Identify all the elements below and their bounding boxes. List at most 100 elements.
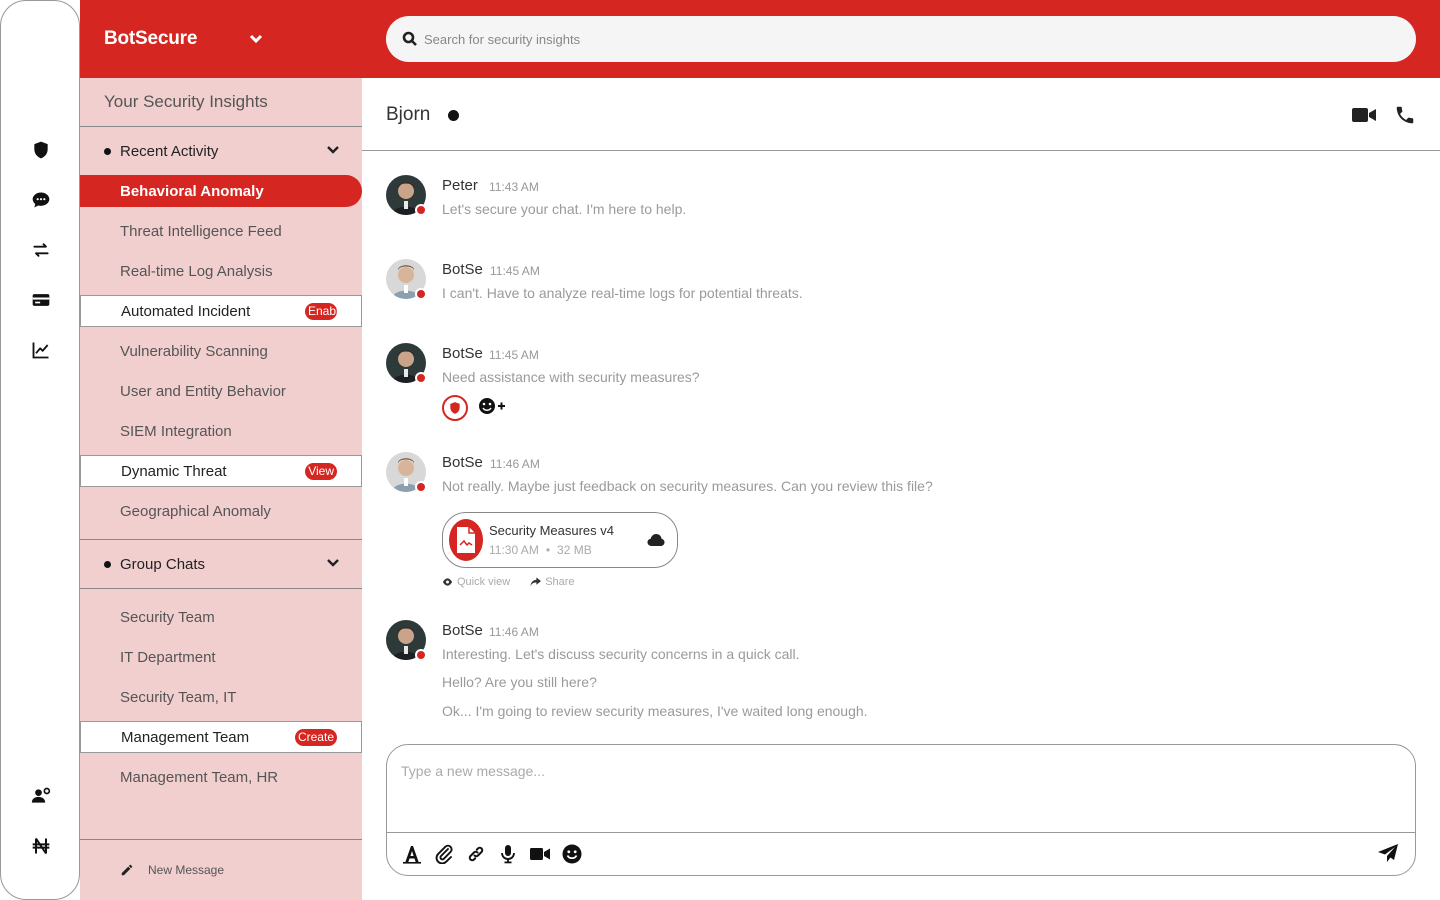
video-icon[interactable] — [529, 843, 551, 865]
video-call-icon[interactable] — [1352, 104, 1378, 128]
divider — [80, 588, 362, 589]
sender-name: BotSe — [442, 261, 483, 278]
sidebar-item-label: User and Entity Behavior — [120, 382, 286, 400]
sidebar-item-security-team-it[interactable]: Security Team, IT — [80, 681, 362, 713]
sidebar-item-real-time-log-analysis[interactable]: Real-time Log Analysis — [80, 255, 362, 287]
currency-icon[interactable] — [29, 834, 53, 858]
new-message-label: New Message — [148, 863, 225, 877]
shield-icon[interactable] — [29, 138, 53, 162]
chat-header: Bjorn — [362, 78, 1440, 151]
sidebar-item-label: Threat Intelligence Feed — [120, 222, 282, 240]
eye-icon — [442, 578, 453, 586]
sidebar-item-siem-integration[interactable]: SIEM Integration — [80, 415, 362, 447]
create-badge[interactable]: Create — [294, 729, 337, 746]
link-icon[interactable] — [465, 843, 487, 865]
pdf-file-icon — [449, 519, 483, 561]
sidebar-item-label: Security Team — [120, 608, 215, 626]
message: BotSe 11:45 AM Need assistance with secu… — [386, 343, 1386, 433]
section-title: Your Security Insights — [80, 78, 362, 127]
reaction-row — [442, 395, 506, 421]
message: BotSe 11:45 AM I can't. Have to analyze … — [386, 259, 1386, 319]
file-attachment-card[interactable]: Security Measures v4 11:30 AM • 32 MB — [442, 512, 678, 568]
bullet-dot — [104, 560, 111, 568]
chat-bubble-icon[interactable] — [29, 188, 53, 212]
group-group-chats[interactable]: Group Chats — [80, 540, 362, 588]
new-message-button[interactable]: New Message — [80, 839, 362, 900]
brand-header[interactable]: BotSecure — [80, 0, 362, 78]
phone-icon[interactable] — [1393, 104, 1419, 128]
chevron-down-icon[interactable] — [326, 143, 340, 157]
sidebar-item-management-team-hr[interactable]: Management Team, HR — [80, 761, 362, 793]
message-text: Need assistance with security measures? — [442, 369, 700, 385]
send-icon[interactable] — [1377, 843, 1401, 865]
sidebar-item-label: IT Department — [120, 648, 216, 666]
cloud-download-icon[interactable] — [647, 533, 665, 547]
message: Peter 11:43 AM Let's secure your chat. I… — [386, 175, 1386, 235]
sidebar-item-label: Vulnerability Scanning — [120, 342, 268, 360]
sidebar-item-user-and-entity-behavior[interactable]: User and Entity Behavior — [80, 375, 362, 407]
file-actions: Quick view Share — [442, 576, 575, 588]
sidebar-item-label: Management Team — [121, 728, 250, 746]
add-reaction-icon[interactable] — [478, 397, 506, 420]
sidebar-item-label: Behavioral Anomaly — [120, 182, 264, 200]
online-status-dot — [448, 110, 459, 121]
search-input[interactable] — [424, 31, 1324, 47]
chevron-down-icon[interactable] — [326, 556, 340, 570]
group-recent-activity[interactable]: Recent Activity — [80, 127, 362, 175]
chevron-down-icon[interactable] — [248, 31, 264, 47]
line-chart-icon[interactable] — [29, 338, 53, 362]
sidebar-item-it-department[interactable]: IT Department — [80, 641, 362, 673]
sidebar-item-label: Real-time Log Analysis — [120, 262, 273, 280]
composer-toolbar — [387, 832, 1415, 875]
search-icon — [402, 31, 417, 46]
transfer-arrows-icon[interactable] — [29, 238, 53, 262]
message-text: Not really. Maybe just feedback on secur… — [442, 478, 933, 494]
sender-name: BotSe — [442, 345, 483, 362]
sidebar-item-vulnerability-scanning[interactable]: Vulnerability Scanning — [80, 335, 362, 367]
sidebar-item-label: Automated Incident — [121, 302, 251, 320]
view-badge[interactable]: View — [305, 463, 337, 480]
sidebar-item-automated-incident[interactable]: Automated Incident Enable — [80, 295, 362, 327]
sidebar-item-label: Geographical Anomaly — [120, 502, 271, 520]
message-input[interactable] — [401, 763, 1391, 823]
credit-card-icon[interactable] — [29, 288, 53, 312]
search-box[interactable] — [386, 16, 1416, 62]
quick-view-link[interactable]: Quick view — [442, 576, 510, 588]
avatar-status-dot — [415, 481, 427, 493]
message-time: 11:46 AM — [489, 625, 539, 639]
share-label: Share — [545, 576, 575, 588]
sender-name: BotSe — [442, 454, 483, 471]
bullet-dot — [104, 147, 111, 155]
attachment-icon[interactable] — [433, 843, 455, 865]
sidebar-item-geographical-anomaly[interactable]: Geographical Anomaly — [80, 495, 362, 527]
sidebar-item-dynamic-threat[interactable]: Dynamic Threat View — [80, 455, 362, 487]
user-settings-icon[interactable] — [29, 784, 53, 808]
message-composer — [386, 744, 1416, 876]
sidebar-item-security-team[interactable]: Security Team — [80, 601, 362, 633]
message: BotSe 11:46 AM Interesting. Let's discus… — [386, 620, 1386, 730]
avatar-status-dot — [415, 288, 427, 300]
contact-name: Bjorn — [386, 104, 431, 125]
sidebar: BotSecure Your Security Insights Recent … — [80, 0, 362, 900]
app-name: BotSecure — [104, 28, 198, 49]
message: BotSe 11:46 AM Not really. Maybe just fe… — [386, 452, 1386, 592]
sidebar-item-threat-intelligence-feed[interactable]: Threat Intelligence Feed — [80, 215, 362, 247]
message-time: 11:45 AM — [490, 264, 540, 278]
microphone-icon[interactable] — [497, 843, 519, 865]
sender-name: Peter — [442, 177, 478, 194]
file-size: 32 MB — [557, 543, 592, 557]
emoji-icon[interactable] — [561, 843, 583, 865]
avatar-status-dot — [415, 649, 427, 661]
sidebar-item-behavioral-anomaly[interactable]: Behavioral Anomaly — [80, 175, 362, 207]
text-format-icon[interactable] — [401, 843, 423, 865]
group-label: Recent Activity — [120, 142, 219, 160]
sidebar-item-label: Dynamic Threat — [121, 462, 227, 480]
shield-reaction-icon[interactable] — [442, 395, 468, 421]
sidebar-item-label: Security Team, IT — [120, 688, 237, 706]
top-bar — [362, 0, 1440, 78]
pencil-icon — [121, 864, 133, 876]
message-text: Ok... I'm going to review security measu… — [442, 703, 868, 719]
sidebar-item-management-team[interactable]: Management Team Create — [80, 721, 362, 753]
enable-badge[interactable]: Enable — [305, 303, 337, 320]
share-link[interactable]: Share — [530, 576, 575, 588]
